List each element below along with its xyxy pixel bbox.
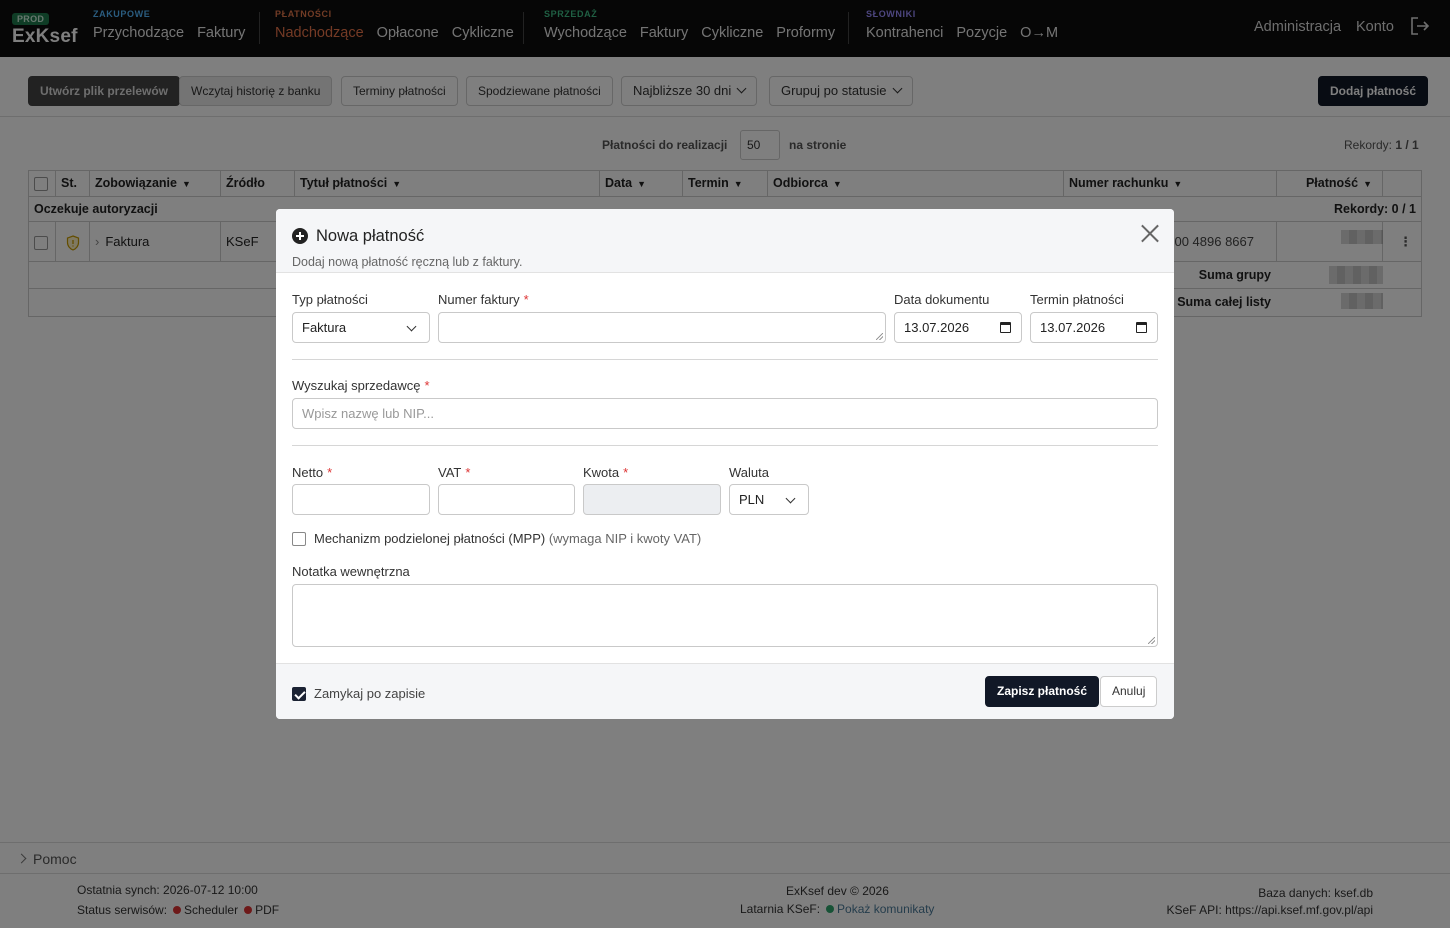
seller-search-input[interactable]: Wpisz nazwę lub NIP...	[292, 398, 1158, 429]
note-textarea[interactable]	[292, 584, 1158, 647]
chevron-down-icon	[406, 321, 417, 332]
calendar-icon[interactable]	[1000, 322, 1011, 333]
invoice-number-input[interactable]	[438, 312, 886, 343]
dialog-title: Nowa płatność	[316, 227, 425, 245]
currency-label: Waluta	[729, 465, 769, 480]
divider	[292, 445, 1158, 446]
net-label: Netto *	[292, 465, 332, 480]
amount-label: Kwota *	[583, 465, 628, 480]
mpp-label[interactable]: Mechanizm podzielonej płatności (MPP) (w…	[314, 531, 701, 546]
currency-select[interactable]: PLN	[729, 484, 809, 515]
label-text: Wyszukaj sprzedawcę	[292, 378, 421, 393]
required-mark: *	[424, 378, 430, 393]
payment-type-value: Faktura	[302, 320, 347, 335]
vat-label: VAT *	[438, 465, 470, 480]
save-payment-button[interactable]: Zapisz płatność	[985, 676, 1100, 707]
due-date-value: 13.07.2026	[1040, 320, 1106, 335]
invoice-number-label: Numer faktury *	[438, 292, 529, 307]
chevron-down-icon	[785, 493, 796, 504]
seller-search-label: Wyszukaj sprzedawcę *	[292, 378, 430, 393]
note-label: Notatka wewnętrzna	[292, 564, 410, 579]
required-mark: *	[623, 465, 629, 480]
doc-date-label: Data dokumentu	[894, 292, 990, 307]
due-date-label: Termin płatności	[1030, 292, 1124, 307]
close-icon[interactable]	[1140, 223, 1160, 243]
mpp-label-text: Mechanizm podzielonej płatności (MPP)	[314, 531, 546, 546]
payment-type-select[interactable]: Faktura	[292, 312, 430, 343]
label-text: Numer faktury	[438, 292, 520, 307]
amount-input	[583, 484, 721, 515]
resize-handle-icon[interactable]	[1148, 637, 1155, 644]
seller-search-placeholder: Wpisz nazwę lub NIP...	[302, 406, 434, 421]
mpp-checkbox[interactable]	[292, 532, 306, 546]
doc-date-value: 13.07.2026	[904, 320, 970, 335]
divider	[292, 359, 1158, 360]
dialog-footer: Zamykaj po zapisie Zapisz płatność Anulu…	[276, 663, 1174, 719]
close-after-save-checkbox[interactable]	[292, 687, 306, 701]
label-text: Kwota	[583, 465, 620, 480]
required-mark: *	[523, 292, 529, 307]
required-mark: *	[465, 465, 471, 480]
due-date-input[interactable]: 13.07.2026	[1030, 312, 1158, 343]
dialog-subtitle: Dodaj nową płatność ręczną lub z faktury…	[292, 255, 523, 269]
payment-type-label: Typ płatności	[292, 292, 368, 307]
net-input[interactable]	[292, 484, 430, 515]
plus-circle-icon	[292, 228, 308, 244]
doc-date-input[interactable]: 13.07.2026	[894, 312, 1022, 343]
new-payment-dialog: Nowa płatność Dodaj nową płatność ręczną…	[276, 209, 1174, 719]
resize-handle-icon[interactable]	[876, 333, 883, 340]
currency-value: PLN	[739, 492, 765, 507]
mpp-hint: (wymaga NIP i kwoty VAT)	[548, 531, 702, 546]
required-mark: *	[327, 465, 333, 480]
cancel-button[interactable]: Anuluj	[1100, 676, 1158, 707]
label-text: VAT	[438, 465, 462, 480]
dialog-header: Nowa płatność Dodaj nową płatność ręczną…	[276, 209, 1174, 273]
calendar-icon[interactable]	[1136, 322, 1147, 333]
label-text: Netto	[292, 465, 324, 480]
close-after-save-label[interactable]: Zamykaj po zapisie	[314, 686, 425, 701]
vat-input[interactable]	[438, 484, 575, 515]
